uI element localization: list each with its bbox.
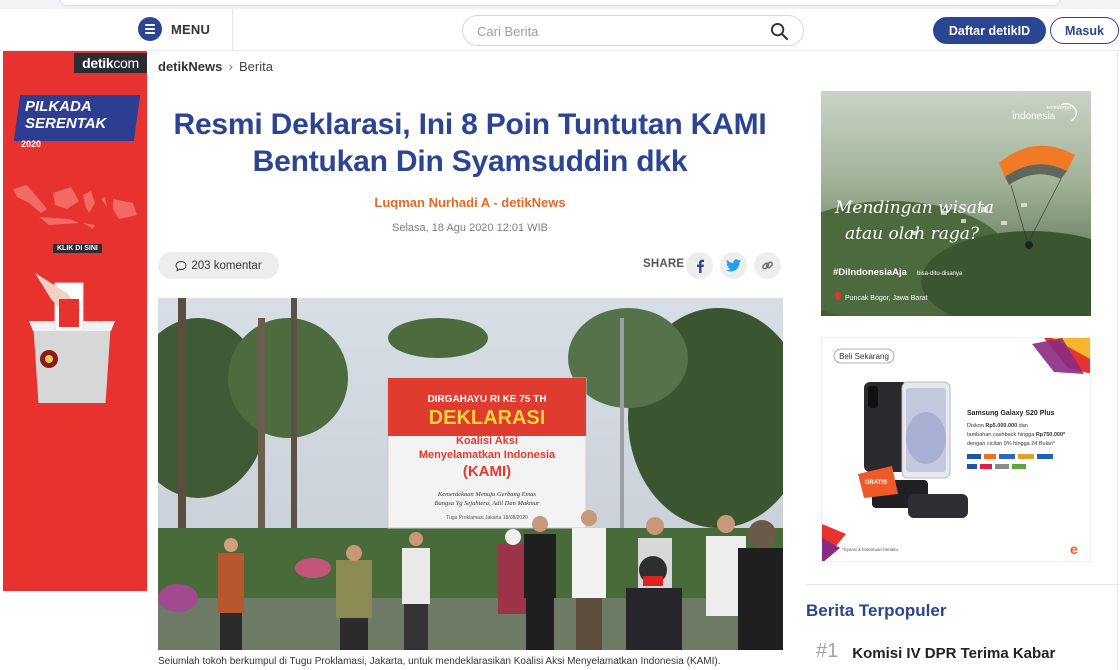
chevron-right-icon: › [228, 58, 233, 74]
share-facebook-button[interactable] [686, 252, 713, 279]
photo-banner-line6: Kemerdekaan Menuju Gerbang Emas [437, 491, 537, 498]
menu-button[interactable]: MENU [138, 17, 210, 41]
browser-top-strip [0, 0, 1120, 9]
login-button[interactable]: Masuk [1050, 17, 1119, 44]
share-twitter-button[interactable] [720, 252, 747, 279]
popular-news-heading: Berita Terpopuler [806, 601, 947, 620]
breadcrumb-subsection[interactable]: Berita [239, 59, 273, 74]
article-author[interactable]: Luqman Nurhadi A - detikNews [158, 195, 782, 210]
twitter-icon [726, 259, 741, 272]
beli-sekarang-label: Beli Sekarang [839, 352, 889, 361]
wonderful-label: wonderful [1047, 104, 1072, 111]
photo-banner-line5: (KAMI) [463, 463, 511, 480]
photo-banner-line2: DEKLARASI [429, 407, 546, 429]
indonesia-map-icon [13, 185, 137, 229]
samsung-galaxy-ad[interactable]: Beli Sekarang GRATIS Samsung Galaxy S20 … [821, 337, 1091, 562]
article-title: Resmi Deklarasi, Ini 8 Poin Tuntutan KAM… [173, 108, 767, 178]
share-label: SHARE [643, 258, 685, 270]
photo-banner-line1: DIRGAHAYU RI KE 75 TH [427, 394, 546, 405]
ad-terms: *Syarat & ketentuan berlaku [842, 547, 899, 552]
photo-banner-line4: Menyelamatkan Indonesia [419, 449, 556, 461]
photo-banner-line3: Koalisi Aksi [456, 435, 518, 447]
breadcrumb-section[interactable]: detikNews [158, 59, 222, 74]
photo-illustration: DIRGAHAYU RI KE 75 TH DEKLARASI Koalisi … [158, 298, 783, 650]
hamburger-icon [138, 17, 162, 41]
link-icon [762, 261, 773, 270]
wonderful-indonesia-ad[interactable]: wonderful indonesia Mendingan wisata ata… [821, 91, 1091, 316]
ad-slogan-line2: atau olah raga? [845, 224, 980, 244]
samsung-ad-illustration: Beli Sekarang GRATIS Samsung Galaxy S20 … [822, 338, 1090, 561]
search-icon[interactable] [770, 22, 789, 41]
comment-icon [175, 260, 187, 271]
menu-label: MENU [171, 21, 211, 37]
ballot-box-icon [29, 273, 115, 403]
header-divider [232, 9, 233, 51]
product-name: Samsung Galaxy S20 Plus [967, 410, 1055, 417]
ad-slogan-line1: Mendingan wisata [834, 198, 994, 218]
register-button[interactable]: Daftar detikID [933, 17, 1046, 44]
breadcrumb: detikNews › Berita [158, 58, 273, 74]
article-photo[interactable]: DIRGAHAYU RI KE 75 TH DEKLARASI Koalisi … [158, 298, 783, 650]
pilkada-title: PILKADA SERENTAK [25, 98, 107, 132]
pilkada-year: 2020 [21, 139, 42, 149]
photo-caption: Seiumlah tokoh berkumpul di Tugu Proklam… [158, 656, 721, 667]
ad-hashtag: #DiIndonesiaAja [833, 267, 908, 278]
popular-news-item[interactable]: #1 Komisi IV DPR Terima Kabar [816, 640, 1116, 663]
sidebar-divider [806, 584, 1119, 585]
wonderful-indonesia-illustration: wonderful indonesia Mendingan wisata ata… [821, 91, 1091, 316]
blibli-logo-icon: e [1070, 541, 1078, 557]
photo-banner-line7: Bangsa Yg Sejahtera, Adil Dan Makmur [435, 500, 540, 507]
popular-title[interactable]: Komisi IV DPR Terima Kabar [852, 644, 1055, 663]
klik-sini-label: KLIK DI SINI [53, 244, 102, 253]
pilkada-banner-ad[interactable]: detik com PILKADA SERENTAK 2020 KLIK DI S… [3, 51, 147, 591]
site-header: MENU Daftar detikID Masuk [0, 9, 1120, 51]
comments-count: 203 komentar [191, 259, 262, 272]
indonesia-label: indonesia [1012, 111, 1055, 122]
search-box [462, 15, 804, 46]
gratis-label: GRATIS [865, 480, 887, 486]
ad-hashtag-sub: bisa-ditu-disanya [917, 271, 963, 277]
popular-rank: #1 [816, 640, 839, 662]
detikcom-logo: detik com [74, 53, 147, 73]
sidebar-border [1117, 51, 1118, 670]
promo-line1: Diskon Rp5.000.000 dan [967, 423, 1028, 429]
search-input[interactable] [477, 21, 757, 41]
facebook-icon [696, 259, 704, 273]
article-date: Selasa, 18 Agu 2020 12:01 WIB [392, 222, 548, 234]
photo-banner-line8: Tugu Proklamasi Jakarta 18/08/2020 [446, 515, 528, 521]
promo-line2: tambahan cashback hingga Rp750.000* [967, 432, 1066, 438]
ad-location: Puncak Bogor, Jawa Barat [845, 295, 928, 302]
comments-button[interactable]: 203 komentar [158, 252, 279, 279]
copy-link-button[interactable] [754, 252, 781, 279]
promo-line3: dengan cicilan 0% hingga 24 Bulan* [967, 441, 1056, 447]
